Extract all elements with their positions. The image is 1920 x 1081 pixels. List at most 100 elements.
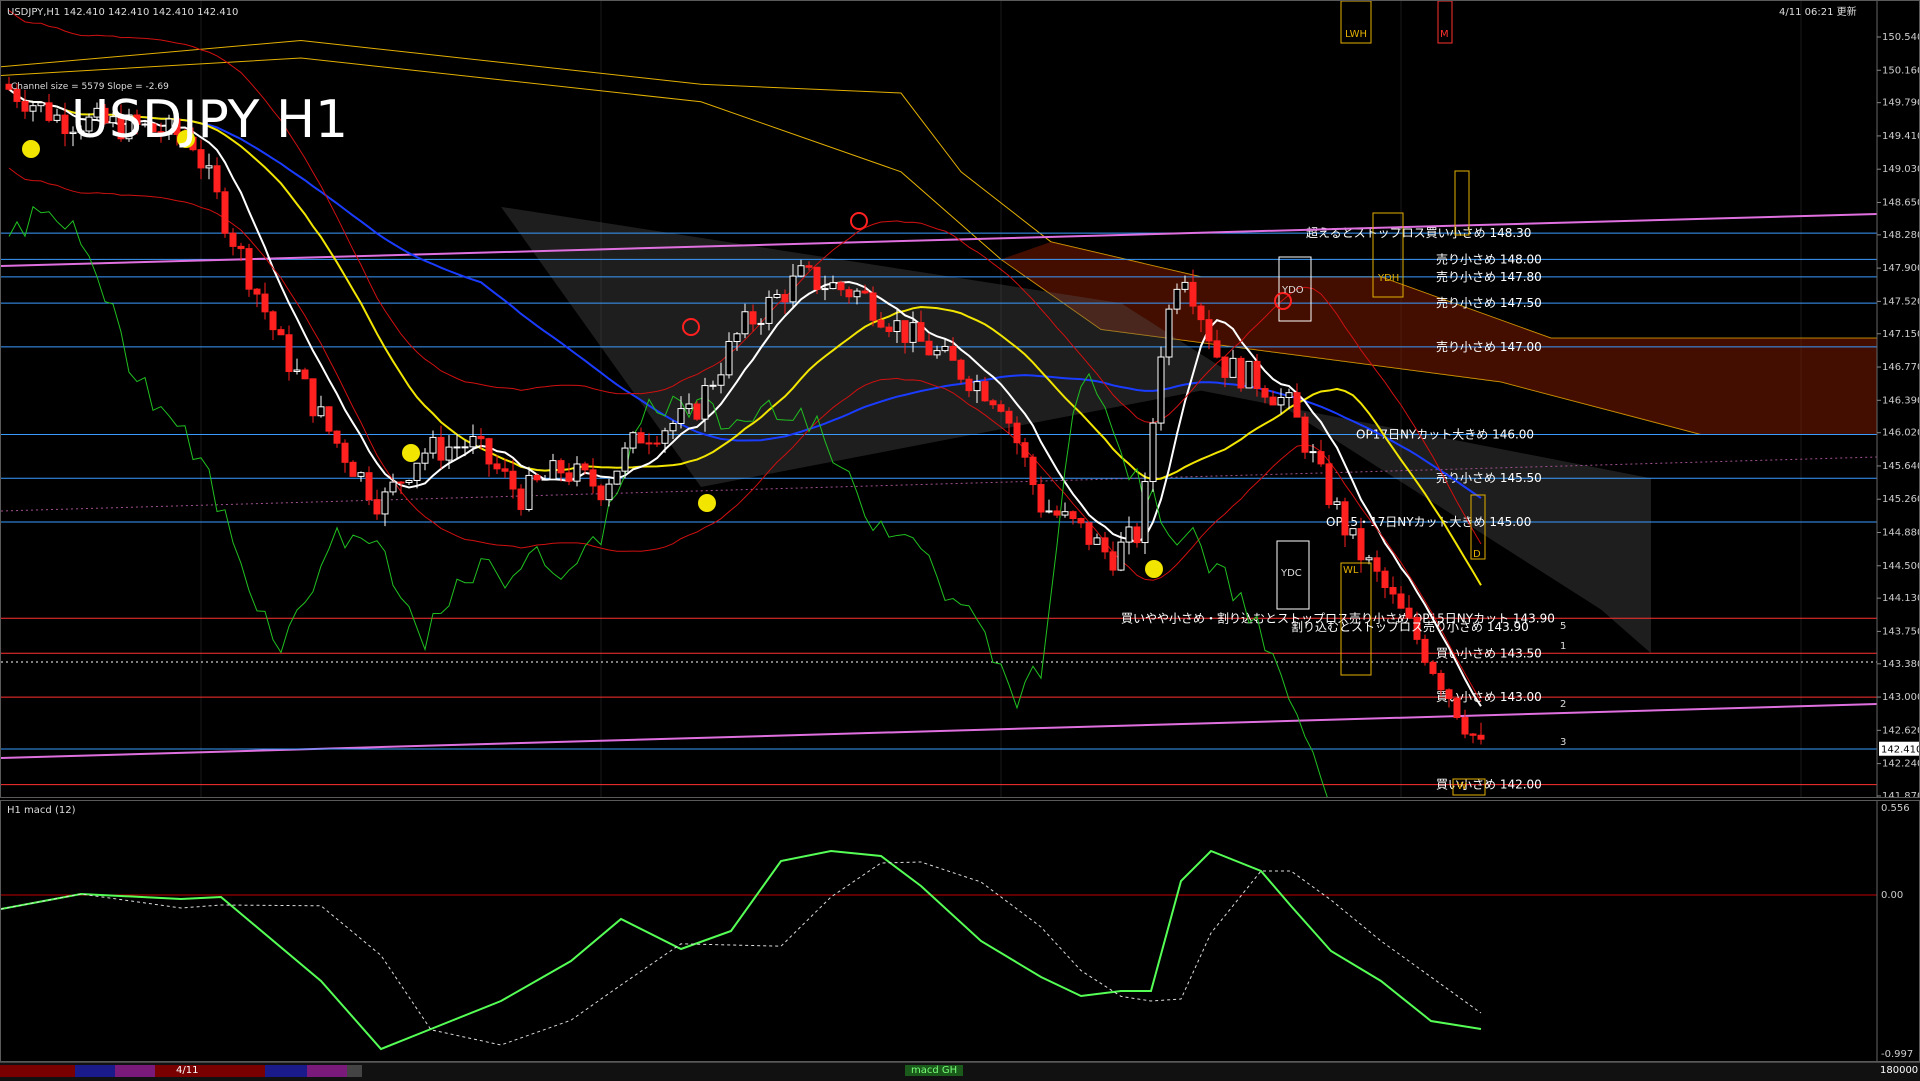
candle-body (797, 265, 805, 277)
chart-title: USDJPY H1 (71, 90, 348, 150)
candle-body (61, 114, 69, 135)
candle-body (1373, 557, 1381, 572)
candle-body (877, 319, 885, 328)
candle-body (1381, 570, 1389, 589)
candle-body (509, 470, 517, 490)
macd-tick-zero: 0.00 (1881, 890, 1903, 901)
candle-body (765, 296, 773, 324)
candle-body (557, 460, 565, 474)
candle-body (693, 403, 701, 420)
candle-body (997, 404, 1005, 412)
candle-body (717, 374, 725, 386)
price-axis[interactable]: 150.540 150.160 149.790 149.410 149.030 148.6… (1876, 1, 1920, 802)
macd-tab[interactable]: macd GH (905, 1065, 964, 1076)
candle-body (661, 430, 669, 444)
axis-tick-label: 144.880 (1882, 527, 1919, 538)
fib-label-2: 2 (1560, 699, 1566, 710)
macd-tick-top: 0.556 (1881, 803, 1910, 814)
candle-body (357, 472, 365, 477)
macd-signal (0, 861, 1482, 1046)
level-label: 売り小さめ 147.80 (1436, 269, 1542, 284)
candle-body (1301, 416, 1309, 453)
candle-body (317, 406, 325, 417)
axis-tick-label: 143.750 (1882, 626, 1919, 637)
candle-body (1405, 607, 1413, 618)
axis-tick-label: 146.770 (1882, 362, 1919, 373)
candle-body (1269, 396, 1277, 406)
main-chart-pane[interactable]: 超えるとストップロス買い小さめ 148.30 売り小さめ 148.00 売り小さめ … (0, 0, 1920, 880)
candle-body (1037, 484, 1045, 513)
period-segment[interactable] (75, 1065, 115, 1077)
bottom-bar[interactable]: 4/11 macd GH 180000 (0, 1062, 1920, 1081)
candle-body (1021, 442, 1029, 458)
candle-body (437, 436, 445, 461)
axis-tick-label: 148.280 (1882, 230, 1919, 241)
period-segment[interactable] (0, 1065, 75, 1077)
candle-body (1325, 463, 1333, 506)
level-label: 売り小さめ 147.00 (1436, 339, 1542, 354)
candle-body (1197, 305, 1205, 321)
candle-body (429, 436, 437, 454)
candle-body (749, 311, 757, 325)
candle-body (1477, 734, 1485, 740)
candle-body (1213, 340, 1221, 358)
candle-body (453, 446, 461, 449)
candle-body (1165, 308, 1173, 358)
axis-tick-label: 143.000 (1882, 692, 1919, 703)
candle-body (805, 265, 813, 268)
period-segment[interactable] (307, 1065, 347, 1077)
candle-body (253, 288, 261, 295)
candle-body (1445, 689, 1453, 699)
candle-body (45, 102, 53, 121)
lwh-label: LWH (1345, 29, 1367, 40)
candle-body (293, 369, 301, 372)
axis-tick-label: 141.870 (1882, 791, 1919, 797)
candle-body (229, 232, 237, 247)
candle-body (1157, 356, 1165, 424)
datetime-label: 4/11 06:21 更新 (1779, 5, 1857, 18)
candle-body (965, 378, 973, 392)
candle-body (53, 114, 61, 121)
ydh-label: YDH (1377, 273, 1399, 284)
period-segment[interactable] (347, 1065, 362, 1077)
candle-body (1437, 672, 1445, 691)
candle-body (981, 381, 989, 402)
axis-tick-label: 149.410 (1882, 131, 1919, 142)
candle-body (733, 333, 741, 343)
candle-body (861, 290, 869, 294)
macd-chart[interactable]: H1 macd (12) 0.556 0.00 -0.997 (0, 801, 1919, 1061)
candle-body (1229, 357, 1237, 378)
candle-body (597, 485, 605, 501)
candle-body (677, 408, 685, 424)
candle-body (1045, 510, 1053, 513)
candle-body (1141, 481, 1149, 544)
candle-body (493, 463, 501, 470)
period-segment[interactable] (155, 1065, 265, 1077)
axis-tick-label: 145.260 (1882, 494, 1919, 505)
candle-body (973, 381, 981, 392)
period-segment[interactable] (265, 1065, 307, 1077)
axis-tick-label: 144.130 (1882, 593, 1919, 604)
ydo-label: YDO (1281, 285, 1304, 296)
candle-body (541, 478, 549, 481)
candle-body (725, 341, 733, 376)
candle-body (685, 403, 693, 410)
candle-body (901, 320, 909, 343)
symbol-info: USDJPY,H1 142.410 142.410 142.410 142.41… (7, 7, 238, 18)
candle-body (277, 329, 285, 336)
axis-tick-label: 148.650 (1882, 197, 1919, 208)
candle-body (933, 350, 941, 356)
candle-body (325, 406, 333, 432)
candle-body (285, 334, 293, 372)
candle-body (445, 446, 453, 461)
candle-body (37, 102, 45, 107)
axis-tick-label: 149.790 (1882, 98, 1919, 109)
period-segment[interactable] (115, 1065, 155, 1077)
candle-body (613, 470, 621, 485)
candle-body (1149, 422, 1157, 483)
price-chart[interactable]: 超えるとストップロス買い小さめ 148.30売り小さめ 148.00売り小さめ … (0, 0, 1920, 880)
candle-body (845, 289, 853, 298)
macd-pane[interactable]: H1 macd (12) 0.556 0.00 -0.997 (0, 800, 1920, 1062)
candle-body (741, 311, 749, 335)
candle-body (1317, 451, 1325, 465)
